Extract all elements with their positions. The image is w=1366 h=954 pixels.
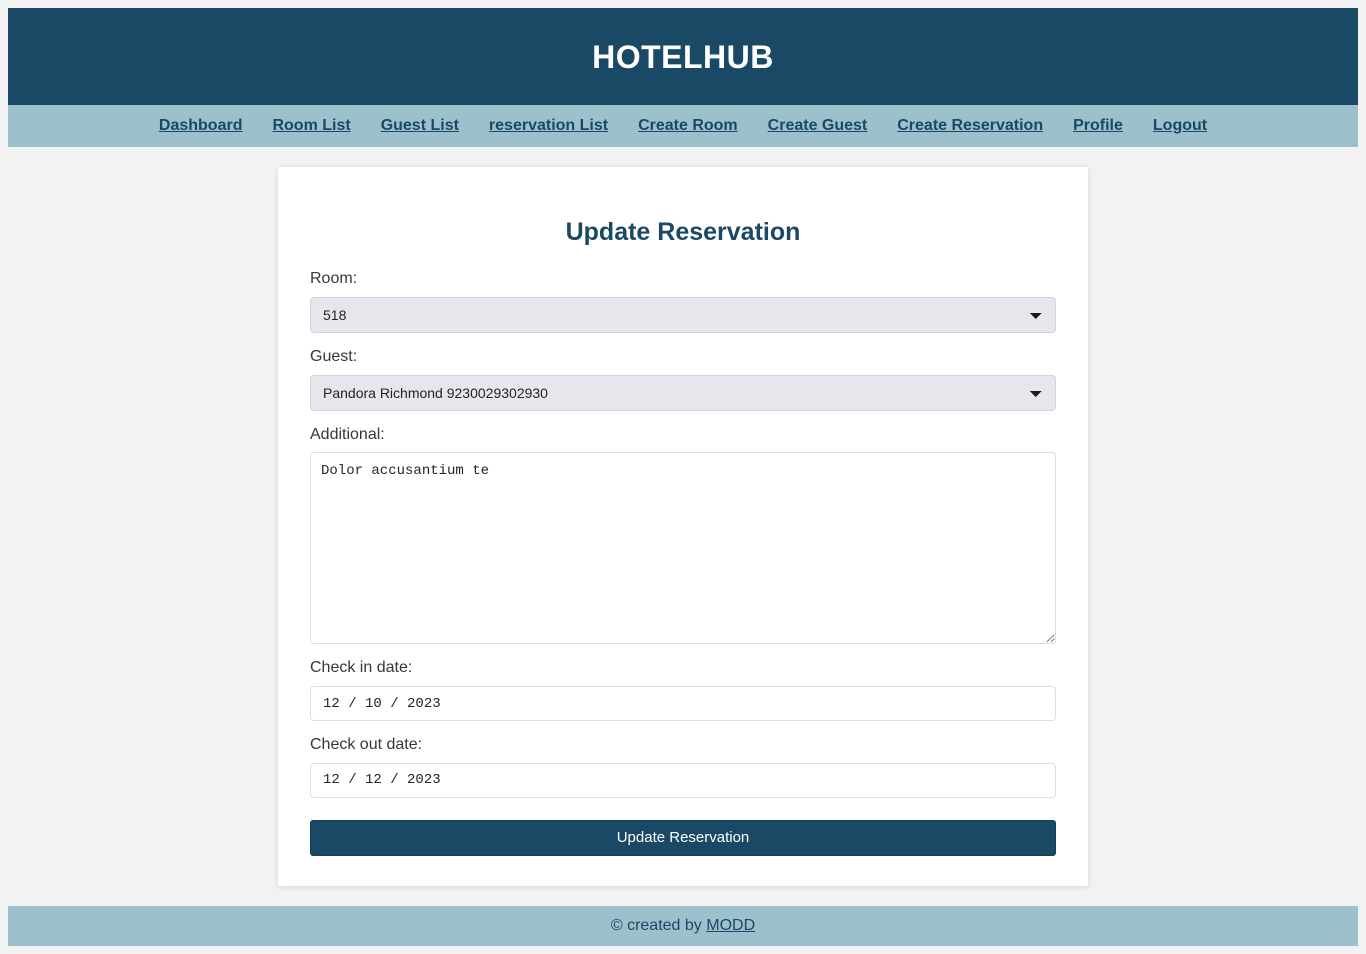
nav-link-create-reservation[interactable]: Create Reservation [882, 117, 1058, 135]
site-title: HOTELHUB [592, 38, 774, 75]
room-select[interactable]: 518 [310, 296, 1056, 333]
additional-textarea[interactable]: Dolor accusantium te [310, 452, 1056, 645]
field-group-check-in: Check in date: [310, 658, 1056, 722]
nav-link-create-room[interactable]: Create Room [623, 117, 753, 135]
footer-link-modd[interactable]: MODD [706, 917, 755, 935]
site-footer: © created by MODD [8, 906, 1358, 946]
check-in-date-label: Check in date: [310, 659, 413, 677]
nav-link-room-list[interactable]: Room List [257, 117, 365, 135]
field-group-room: Room: 518 [310, 269, 1056, 333]
nav-link-guest-list[interactable]: Guest List [366, 117, 474, 135]
additional-label: Additional: [310, 425, 385, 443]
nav-link-create-guest[interactable]: Create Guest [753, 117, 883, 135]
check-out-date-input[interactable] [310, 762, 1056, 798]
field-group-additional: Additional: Dolor accusantium te [310, 425, 1056, 645]
field-group-guest: Guest: Pandora Richmond 9230029302930 [310, 347, 1056, 411]
guest-select[interactable]: Pandora Richmond 9230029302930 [310, 374, 1056, 411]
update-reservation-card: Update Reservation Room: 518 Guest: Pand… [278, 167, 1088, 886]
update-reservation-button[interactable]: Update Reservation [310, 819, 1056, 856]
page-title: Update Reservation [565, 218, 801, 246]
nav-link-profile[interactable]: Profile [1058, 117, 1138, 135]
room-label: Room: [310, 270, 358, 287]
nav-link-logout[interactable]: Logout [1138, 117, 1222, 135]
field-group-check-out: Check out date: [310, 735, 1056, 798]
guest-label: Guest: [310, 347, 358, 365]
nav-link-dashboard[interactable]: Dashboard [144, 117, 258, 135]
footer-text: © created by [610, 917, 702, 934]
check-out-date-label: Check out date: [310, 736, 423, 754]
site-header: HOTELHUB [8, 8, 1358, 105]
main-navigation: Dashboard Room List Guest List reservati… [8, 105, 1358, 147]
page-root: HOTELHUB Dashboard Room List Guest List … [0, 0, 1366, 954]
check-in-date-input[interactable] [310, 686, 1056, 722]
nav-link-reservation-list[interactable]: reservation List [474, 117, 623, 135]
